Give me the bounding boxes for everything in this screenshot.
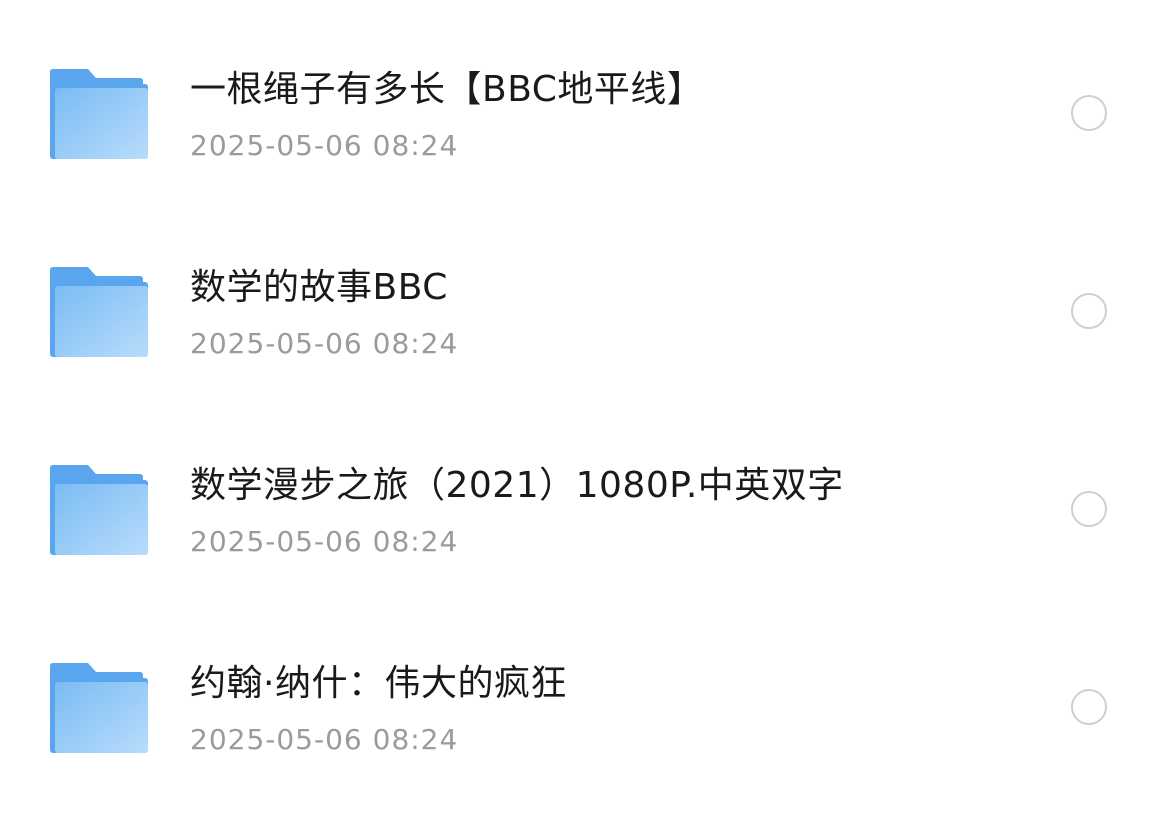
file-date: 2025-05-06 08:24	[190, 327, 459, 360]
radio-unchecked-icon[interactable]	[1071, 491, 1107, 527]
file-name: 数学漫步之旅（2021）1080P.中英双字	[190, 465, 844, 506]
file-list: 一根绳子有多长【BBC地平线】 2025-05-06 08:24 数学的故事BB…	[0, 0, 1170, 840]
file-row[interactable]: 约翰·纳什：伟大的疯狂 2025-05-06 08:24	[0, 594, 1170, 792]
file-row[interactable]: 数学的故事BBC 2025-05-06 08:24	[0, 198, 1170, 396]
radio-unchecked-icon[interactable]	[1071, 689, 1107, 725]
radio-unchecked-icon[interactable]	[1071, 95, 1107, 131]
file-name: 数学的故事BBC	[190, 267, 448, 308]
file-date: 2025-05-06 08:24	[190, 723, 459, 756]
file-name: 约翰·纳什：伟大的疯狂	[190, 663, 567, 704]
file-name: 一根绳子有多长【BBC地平线】	[190, 69, 704, 110]
file-date: 2025-05-06 08:24	[190, 129, 459, 162]
folder-icon	[50, 69, 148, 159]
file-row[interactable]: 一根绳子有多长【BBC地平线】 2025-05-06 08:24	[0, 0, 1170, 198]
file-row[interactable]: 数学漫步之旅（2021）1080P.中英双字 2025-05-06 08:24	[0, 396, 1170, 594]
folder-icon	[50, 663, 148, 753]
radio-unchecked-icon[interactable]	[1071, 293, 1107, 329]
file-date: 2025-05-06 08:24	[190, 525, 459, 558]
folder-icon	[50, 267, 148, 357]
folder-icon	[50, 465, 148, 555]
